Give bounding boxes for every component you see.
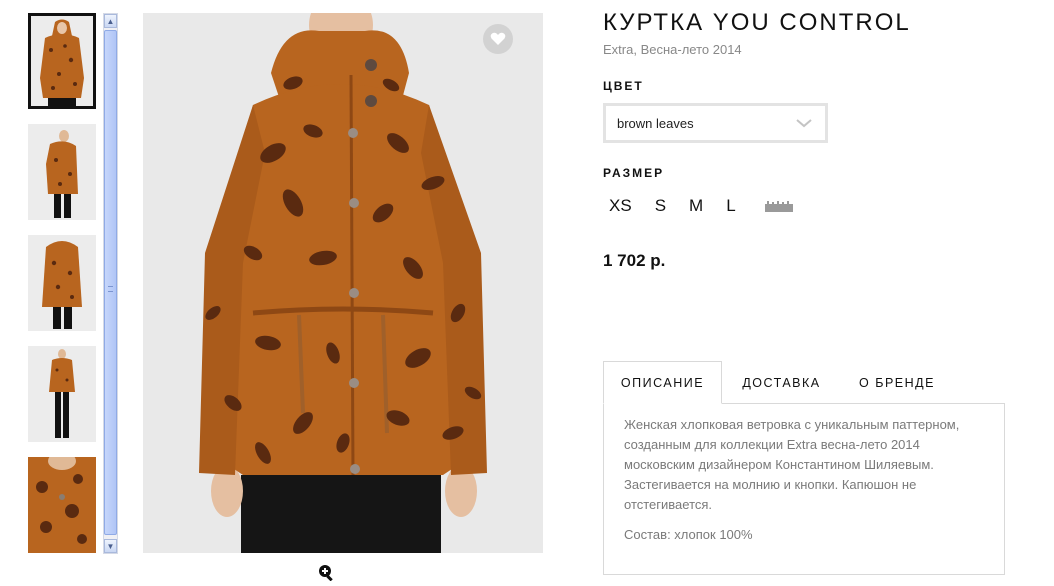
thumbnail-image bbox=[28, 346, 96, 442]
tab-delivery[interactable]: ДОСТАВКА bbox=[722, 361, 841, 404]
size-option-m[interactable]: M bbox=[683, 196, 709, 216]
chevron-down-icon bbox=[796, 119, 812, 128]
color-select[interactable]: brown leaves bbox=[603, 103, 828, 143]
jacket-photo bbox=[143, 13, 543, 553]
scroll-thumb[interactable] bbox=[104, 30, 117, 535]
size-options: XS S M L bbox=[603, 196, 793, 216]
color-select-value: brown leaves bbox=[617, 115, 694, 131]
thumbnail-3[interactable] bbox=[28, 235, 96, 331]
size-option-s[interactable]: S bbox=[649, 196, 672, 216]
size-option-l[interactable]: L bbox=[720, 196, 741, 216]
description-text: Женская хлопковая ветровка с уникальным … bbox=[624, 417, 960, 512]
thumbnail-4[interactable] bbox=[28, 346, 96, 442]
size-option-xs[interactable]: XS bbox=[603, 196, 638, 216]
thumbnail-image bbox=[28, 124, 96, 220]
thumbnail-5[interactable] bbox=[28, 457, 96, 553]
product-title: КУРТКА YOU CONTROL bbox=[603, 9, 911, 36]
scroll-grip-icon bbox=[108, 286, 113, 292]
thumbnail-image bbox=[31, 16, 93, 106]
zoom-in-icon bbox=[319, 565, 333, 582]
favorite-button[interactable] bbox=[483, 24, 513, 54]
tab-panel-description: Женская хлопковая ветровка с уникальным … bbox=[603, 403, 1005, 575]
ruler-icon[interactable] bbox=[764, 200, 793, 212]
heart-icon bbox=[490, 32, 506, 45]
thumbnail-image bbox=[28, 457, 96, 553]
info-tabs: ОПИСАНИЕ ДОСТАВКА О БРЕНДЕ bbox=[603, 361, 1005, 404]
scroll-up-button[interactable]: ▲ bbox=[104, 14, 117, 28]
zoom-button[interactable] bbox=[318, 564, 335, 582]
main-product-image[interactable] bbox=[143, 13, 543, 553]
color-label: ЦВЕТ bbox=[603, 79, 644, 93]
tab-description[interactable]: ОПИСАНИЕ bbox=[603, 361, 722, 404]
scroll-down-button[interactable]: ▼ bbox=[104, 539, 117, 553]
product-subtitle: Extra, Весна-лето 2014 bbox=[603, 42, 742, 57]
composition-text: Состав: хлопок 100% bbox=[624, 527, 753, 542]
tab-brand[interactable]: О БРЕНДЕ bbox=[841, 361, 953, 404]
thumbnail-1[interactable] bbox=[28, 13, 96, 109]
thumbnail-2[interactable] bbox=[28, 124, 96, 220]
thumbnail-scrollbar[interactable]: ▲ ▼ bbox=[103, 13, 118, 554]
thumbnail-image bbox=[28, 235, 96, 331]
product-price: 1 702 р. bbox=[603, 251, 666, 270]
size-label: РАЗМЕР bbox=[603, 166, 665, 180]
